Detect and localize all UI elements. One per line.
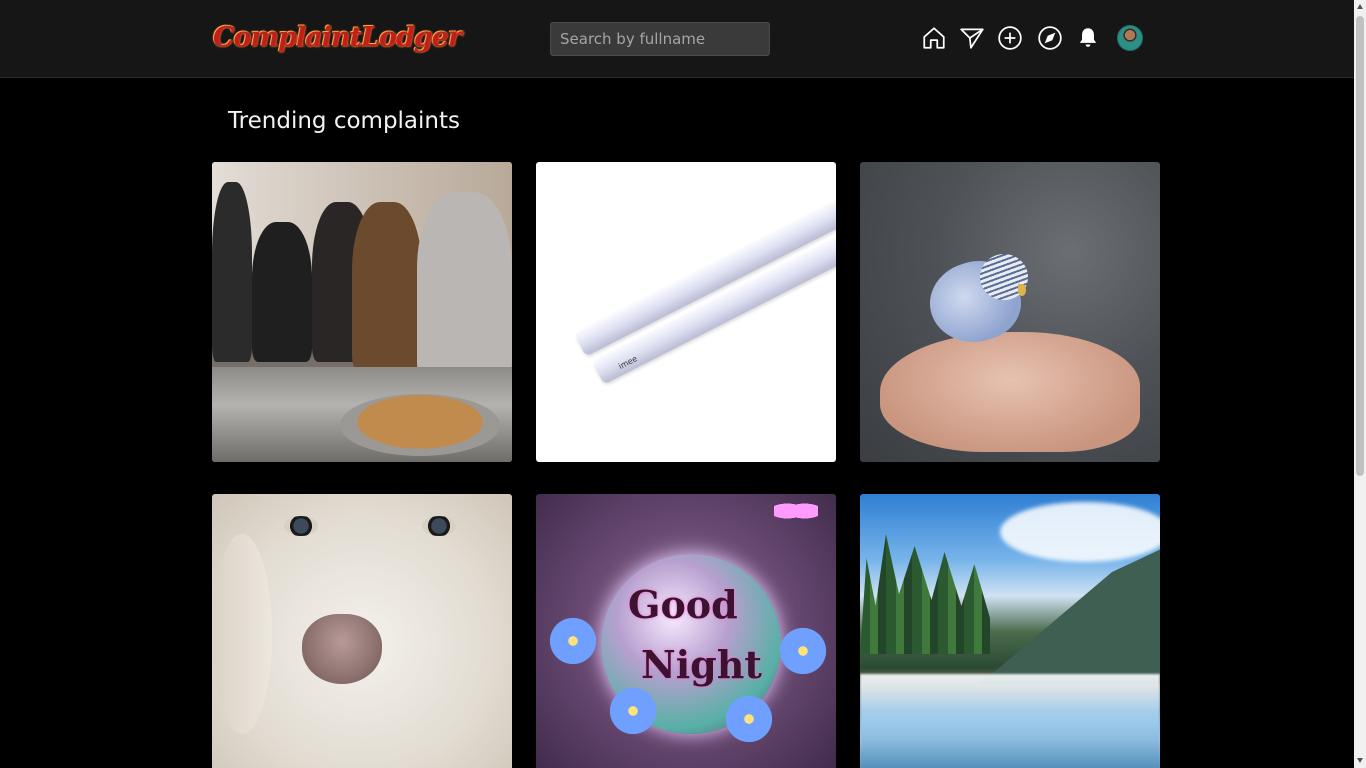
forest-shape xyxy=(860,534,990,654)
page-title: Trending complaints xyxy=(228,108,460,134)
dog-eye xyxy=(422,516,456,536)
dog-eye xyxy=(284,516,318,536)
flower-decoration xyxy=(546,614,600,668)
person-figure xyxy=(252,222,312,362)
person-figure xyxy=(212,182,252,362)
send-icon[interactable] xyxy=(958,24,986,52)
dog-nose xyxy=(302,614,382,684)
butterfly-icon xyxy=(774,498,818,524)
complaint-card-dog[interactable] xyxy=(212,494,512,768)
complaint-card-landscape[interactable] xyxy=(860,494,1160,768)
page-scrollbar[interactable] xyxy=(1354,0,1366,768)
flower-decoration xyxy=(606,684,660,738)
top-navbar: ComplaintLodger xyxy=(0,0,1354,78)
scroll-down-icon[interactable] xyxy=(1357,758,1363,763)
add-circle-icon[interactable] xyxy=(996,24,1024,52)
greeting-text-good: Good xyxy=(628,582,738,627)
search-input[interactable] xyxy=(550,22,770,56)
complaint-card-tube-light[interactable]: imee xyxy=(536,162,836,462)
scroll-up-icon[interactable] xyxy=(1357,4,1363,9)
dog-ear xyxy=(212,534,272,734)
complaint-card-canteen[interactable] xyxy=(212,162,512,462)
greeting-text-night: Night xyxy=(641,642,762,687)
complaint-card-good-night[interactable]: Good Night xyxy=(536,494,836,768)
cloud-shape xyxy=(1000,502,1160,562)
scrollbar-thumb[interactable] xyxy=(1356,16,1364,476)
person-figure xyxy=(417,192,512,382)
complaints-grid: imee Good Night xyxy=(212,162,1160,768)
notifications-bell-icon[interactable] xyxy=(1074,24,1102,52)
food-plate xyxy=(340,394,500,456)
explore-compass-icon[interactable] xyxy=(1036,24,1064,52)
home-icon[interactable] xyxy=(920,24,948,52)
app-logo[interactable]: ComplaintLodger xyxy=(213,20,462,56)
flower-decoration xyxy=(776,624,830,678)
flower-decoration xyxy=(722,692,776,746)
mountain-shape xyxy=(980,544,1160,684)
hand-shape xyxy=(880,332,1140,452)
user-avatar[interactable] xyxy=(1117,25,1143,51)
bird-beak xyxy=(1018,284,1026,296)
person-figure xyxy=(352,202,422,372)
waterfall-shape xyxy=(860,674,1160,768)
complaint-card-budgie[interactable] xyxy=(860,162,1160,462)
